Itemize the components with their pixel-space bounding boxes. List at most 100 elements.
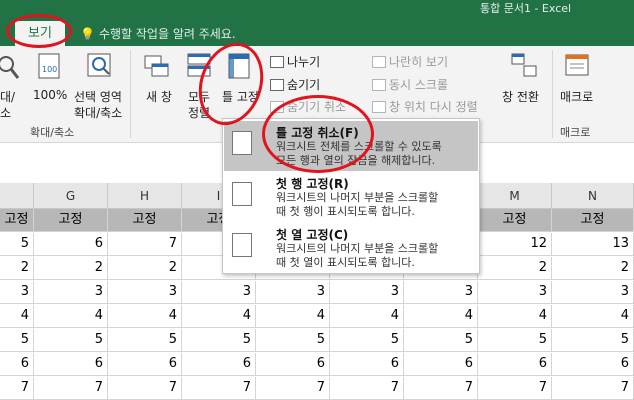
zoom-label[interactable]: 대/ (0, 88, 15, 105)
new-window-button[interactable]: 새 창 (146, 88, 172, 105)
side-by-side-icon (372, 56, 386, 68)
switch-windows-icon[interactable] (510, 52, 538, 82)
hide-label: 숨기기 (287, 78, 321, 92)
menu-item-title: 첫 열 고정(C) (276, 228, 349, 242)
cell[interactable]: 4 (34, 305, 108, 328)
cell[interactable]: 7 (34, 377, 108, 400)
cell[interactable]: 7 (182, 377, 256, 400)
cell[interactable]: 7 (108, 233, 182, 256)
table-row: 555555555 (0, 329, 634, 352)
split-icon (270, 56, 284, 68)
menu-item-freeze-first-column[interactable]: 첫 열 고정(C) 워크시트의 나머지 부분을 스크롤할 때 첫 열이 표시되도록… (224, 223, 478, 273)
cell[interactable]: 5 (34, 329, 108, 352)
reset-position-label: 창 위치 다시 정렬 (389, 100, 478, 114)
cell[interactable]: 7 (256, 377, 330, 400)
cell[interactable]: 6 (478, 353, 552, 376)
cell[interactable]: 5 (0, 233, 34, 256)
cell[interactable]: 3 (330, 281, 404, 304)
zoom-100-icon[interactable]: 100 (36, 52, 64, 82)
cell[interactable]: 3 (0, 281, 34, 304)
column-header[interactable] (0, 183, 34, 209)
cell[interactable]: 2 (108, 257, 182, 280)
cell[interactable]: 5 (108, 329, 182, 352)
zoom-icon[interactable] (0, 54, 22, 84)
cell[interactable]: 4 (108, 305, 182, 328)
cell[interactable]: 고정 (108, 209, 182, 232)
menu-item-freeze-top-row[interactable]: 첫 행 고정(R) 워크시트의 나머지 부분을 스크롤할 때 첫 행이 표시되도록… (224, 172, 478, 222)
cell[interactable]: 2 (0, 257, 34, 280)
cell[interactable]: 7 (0, 377, 34, 400)
cell[interactable]: 고정 (34, 209, 108, 232)
cell[interactable]: 7 (478, 377, 552, 400)
cell[interactable]: 4 (404, 305, 478, 328)
split-label: 나누기 (287, 55, 321, 69)
cell[interactable]: 6 (256, 353, 330, 376)
sync-scroll-button[interactable]: 동시 스크롤 (372, 76, 448, 93)
hide-icon (270, 79, 284, 91)
cell[interactable]: 4 (552, 305, 634, 328)
cell[interactable]: 6 (0, 353, 34, 376)
cell[interactable]: 3 (34, 281, 108, 304)
cell[interactable]: 4 (0, 305, 34, 328)
cell[interactable]: 4 (182, 305, 256, 328)
cell[interactable]: 4 (330, 305, 404, 328)
cell[interactable]: 3 (256, 281, 330, 304)
cell[interactable]: 고정 (0, 209, 34, 232)
zoom-selection-label-2: 확대/축소 (74, 106, 123, 120)
macros-button[interactable]: 매크로 (560, 88, 593, 105)
zoom-label-2: 소 (0, 106, 12, 120)
cell[interactable]: 3 (182, 281, 256, 304)
tell-me-box[interactable]: 💡 수행할 작업을 알려 주세요. (80, 25, 236, 42)
cell[interactable]: 6 (34, 353, 108, 376)
cell[interactable]: 5 (478, 329, 552, 352)
cell[interactable]: 6 (34, 233, 108, 256)
zoom-100-button[interactable]: 100% (33, 88, 67, 102)
cell[interactable]: 2 (34, 257, 108, 280)
zoom-group-label: 확대/축소 (30, 126, 75, 139)
column-header-h[interactable]: H (108, 183, 182, 209)
cell[interactable]: 5 (404, 329, 478, 352)
hide-button[interactable]: 숨기기 (270, 76, 320, 93)
cell[interactable]: 6 (404, 353, 478, 376)
cell[interactable]: 6 (330, 353, 404, 376)
cell[interactable]: 3 (552, 281, 634, 304)
zoom-selection-label-1[interactable]: 선택 영역 (74, 88, 122, 105)
cell[interactable]: 7 (108, 377, 182, 400)
unfreeze-panes-icon (232, 131, 252, 155)
cell[interactable]: 7 (330, 377, 404, 400)
table-row: 444444444 (0, 305, 634, 328)
split-button[interactable]: 나누기 (270, 53, 320, 70)
column-header-g[interactable]: G (34, 183, 108, 209)
cell[interactable]: 2 (478, 257, 552, 280)
cell[interactable]: 5 (182, 329, 256, 352)
cell[interactable]: 고정 (478, 209, 552, 232)
cell[interactable]: 7 (552, 377, 634, 400)
new-window-icon[interactable] (143, 52, 171, 82)
cell[interactable]: 7 (404, 377, 478, 400)
cell[interactable]: 5 (256, 329, 330, 352)
column-header-m[interactable]: M (478, 183, 552, 209)
side-by-side-button[interactable]: 나란히 보기 (372, 53, 448, 70)
cell[interactable]: 6 (552, 353, 634, 376)
cell[interactable]: 2 (552, 257, 634, 280)
cell[interactable]: 3 (478, 281, 552, 304)
cell[interactable]: 6 (182, 353, 256, 376)
menu-item-title: 첫 행 고정(R) (276, 177, 349, 191)
cell[interactable]: 6 (108, 353, 182, 376)
reset-position-button[interactable]: 창 위치 다시 정렬 (372, 98, 478, 115)
title-bar: 통합 문서1 - Excel 보기 💡 수행할 작업을 알려 주세요. (0, 0, 634, 46)
zoom-selection-icon[interactable] (86, 52, 114, 82)
cell[interactable]: 고정 (552, 209, 634, 232)
cell[interactable]: 5 (330, 329, 404, 352)
cell[interactable]: 3 (404, 281, 478, 304)
cell[interactable]: 13 (552, 233, 634, 256)
cell[interactable]: 3 (108, 281, 182, 304)
cell[interactable]: 4 (478, 305, 552, 328)
column-header-n[interactable]: N (552, 183, 634, 209)
switch-windows-button[interactable]: 창 전환 (502, 88, 539, 105)
cell[interactable]: 12 (478, 233, 552, 256)
macros-icon[interactable] (564, 52, 592, 82)
cell[interactable]: 4 (256, 305, 330, 328)
cell[interactable]: 5 (0, 329, 34, 352)
cell[interactable]: 5 (552, 329, 634, 352)
